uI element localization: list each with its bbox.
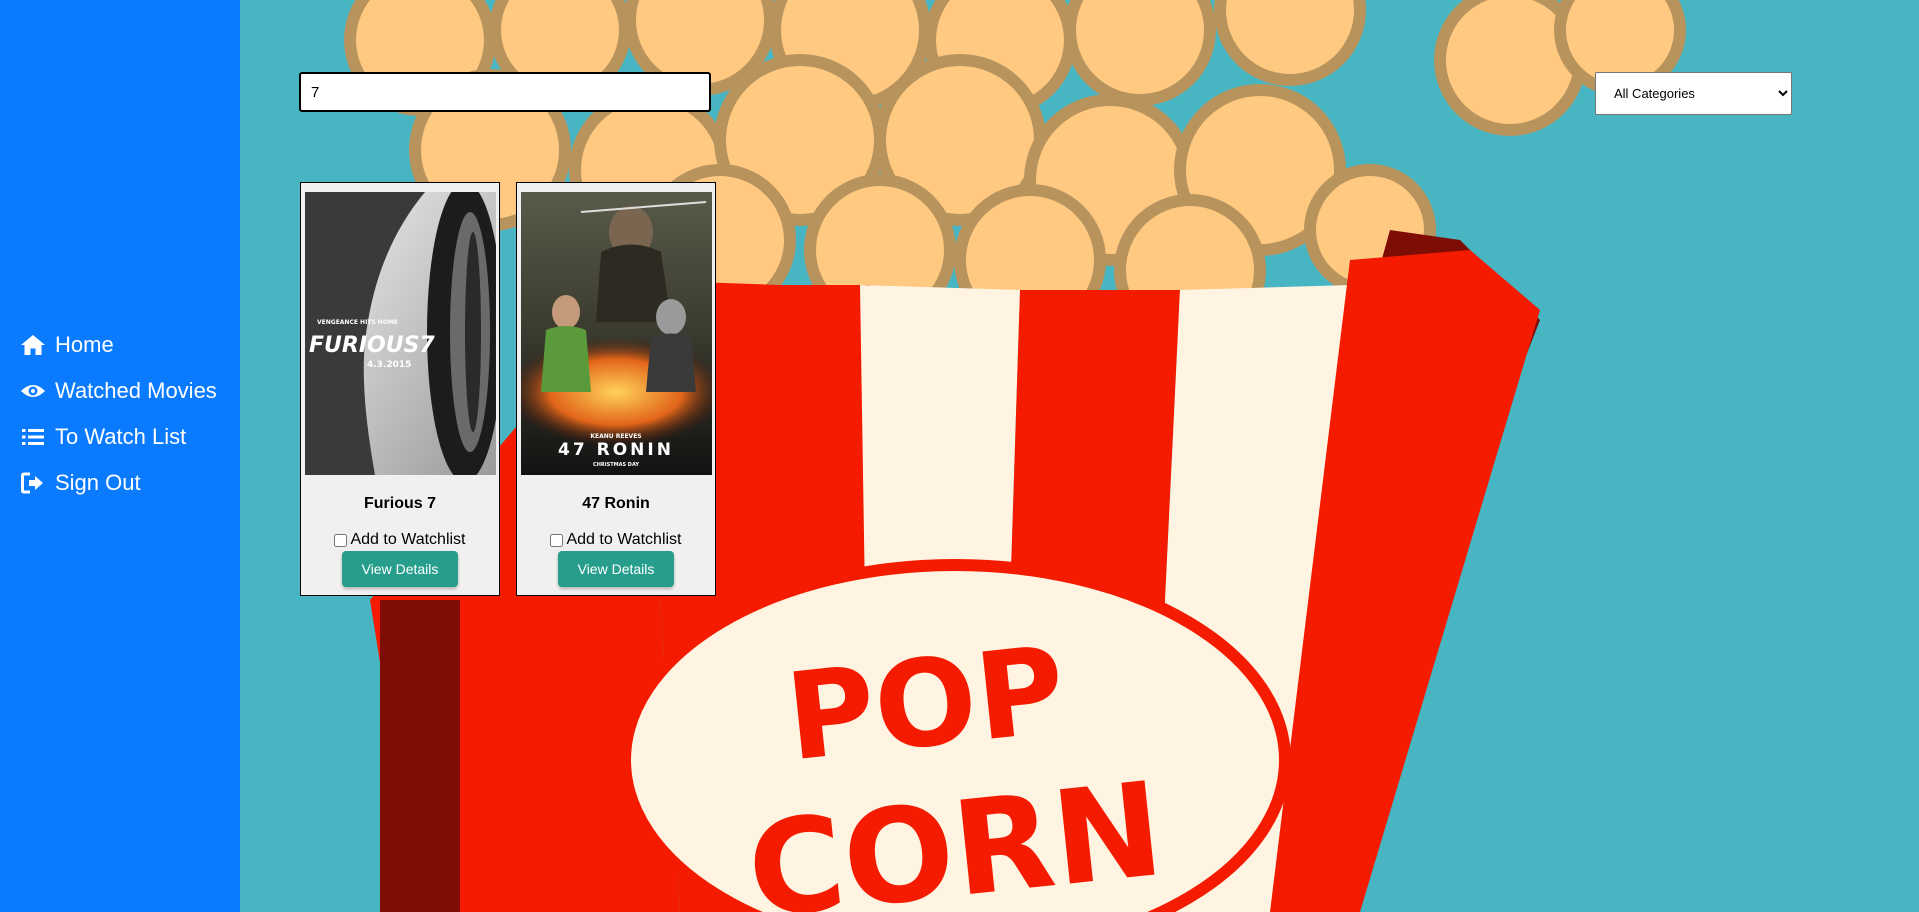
sidebar-item-label: Watched Movies bbox=[55, 378, 217, 403]
list-icon bbox=[19, 423, 47, 451]
watchlist-toggle[interactable]: Add to Watchlist bbox=[517, 531, 715, 549]
sidebar-item-label: Sign Out bbox=[55, 470, 141, 495]
search-input[interactable] bbox=[299, 72, 711, 112]
sidebar-item-sign-out[interactable]: Sign Out bbox=[0, 460, 240, 506]
eye-icon bbox=[19, 377, 47, 405]
category-select[interactable]: All Categories bbox=[1595, 72, 1792, 115]
movie-poster-furious-7: VENGEANCE HITS HOME FURIOUS7 4.3.2015 bbox=[305, 192, 496, 475]
poster-credit: KEANU REEVES bbox=[590, 433, 641, 440]
watchlist-toggle[interactable]: Add to Watchlist bbox=[301, 531, 499, 549]
view-details-button[interactable]: View Details bbox=[558, 551, 674, 587]
sign-out-icon bbox=[19, 469, 47, 497]
movie-title: Furious 7 bbox=[363, 495, 436, 512]
poster-release: CHRISTMAS DAY bbox=[593, 462, 639, 468]
sidebar-item-watched-movies[interactable]: Watched Movies bbox=[0, 368, 240, 414]
sidebar-item-label: To Watch List bbox=[55, 424, 187, 449]
watchlist-checkbox[interactable] bbox=[334, 533, 348, 547]
sidebar-item-to-watch-list[interactable]: To Watch List bbox=[0, 414, 240, 460]
view-details-button[interactable]: View Details bbox=[342, 551, 458, 587]
home-icon bbox=[19, 331, 47, 359]
poster-date: 4.3.2015 bbox=[367, 360, 411, 370]
movie-grid: VENGEANCE HITS HOME FURIOUS7 4.3.2015 Fu… bbox=[300, 182, 716, 596]
watchlist-checkbox[interactable] bbox=[550, 533, 564, 547]
poster-logo: FURIOUS7 bbox=[309, 333, 435, 358]
background-pop-text: POP bbox=[780, 621, 1071, 788]
sidebar-item-home[interactable]: Home bbox=[0, 322, 240, 368]
movie-title: 47 Ronin bbox=[582, 495, 650, 512]
movie-card: VENGEANCE HITS HOME FURIOUS7 4.3.2015 Fu… bbox=[300, 182, 500, 596]
sidebar-nav: Home Watched Movies To Watch List Sign O… bbox=[0, 322, 240, 506]
movie-card: KEANU REEVES 47 RONIN CHRISTMAS DAY 47 R… bbox=[516, 182, 716, 596]
poster-logo: 47 RONIN bbox=[558, 440, 674, 460]
sidebar-item-label: Home bbox=[55, 332, 114, 357]
movie-poster-47-ronin: KEANU REEVES 47 RONIN CHRISTMAS DAY bbox=[521, 192, 712, 475]
sidebar: Home Watched Movies To Watch List Sign O… bbox=[0, 0, 240, 912]
poster-tagline: VENGEANCE HITS HOME bbox=[317, 319, 398, 326]
watchlist-label: Add to Watchlist bbox=[566, 531, 682, 548]
watchlist-label: Add to Watchlist bbox=[350, 531, 466, 548]
